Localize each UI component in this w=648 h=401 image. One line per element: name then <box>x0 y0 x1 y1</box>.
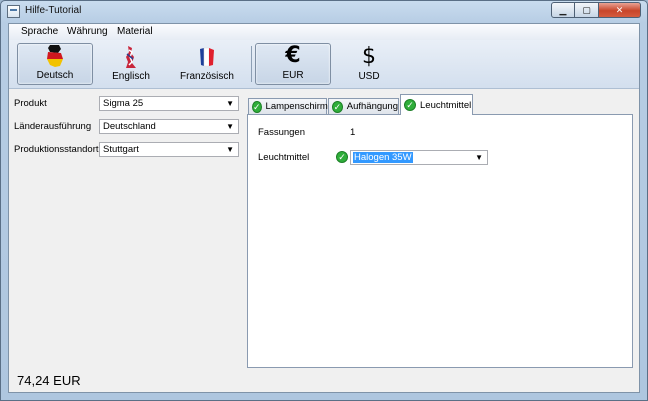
app-icon <box>7 5 20 18</box>
check-icon: ✓ <box>332 100 343 113</box>
minimize-button[interactable]: ▁ <box>551 2 575 18</box>
window-title: Hilfe-Tutorial <box>25 5 82 16</box>
produktionsstandort-value: Stuttgart <box>103 144 139 155</box>
dropdown-arrow-icon: ▼ <box>226 145 234 154</box>
menu-material[interactable]: Material <box>117 26 153 37</box>
tab-control: ✓ Lampenschirm ✓ Aufhängung ✓ Leuchtmitt… <box>247 94 633 368</box>
menu-waehrung[interactable]: Währung <box>67 26 108 37</box>
fassungen-label: Fassungen <box>258 127 306 138</box>
produkt-label: Produkt <box>14 98 47 109</box>
window-controls: ▁ ▢ ✕ <box>551 2 641 18</box>
leuchtmittel-value: Halogen 35W <box>353 152 413 163</box>
close-button[interactable]: ✕ <box>599 2 641 18</box>
tab-leuchtmittel[interactable]: ✓ Leuchtmittel <box>400 94 473 115</box>
toolbar-separator <box>251 46 252 82</box>
laenderausfuehrung-value: Deutschland <box>103 121 156 132</box>
maximize-button[interactable]: ▢ <box>575 2 599 18</box>
menu-bar: Sprache Währung Material <box>9 24 639 40</box>
leuchtmittel-dropdown[interactable]: Halogen 35W ▼ <box>350 150 488 165</box>
language-label: Englisch <box>112 71 150 82</box>
dollar-icon: $ <box>362 44 376 69</box>
currency-button-usd[interactable]: $ USD <box>331 43 407 85</box>
language-button-deutsch[interactable]: Deutsch <box>17 43 93 85</box>
maximize-icon: ▢ <box>582 4 591 15</box>
produkt-dropdown[interactable]: Sigma 25 ▼ <box>99 96 239 111</box>
tab-label: Lampenschirm <box>265 101 328 112</box>
language-label: Französisch <box>180 71 234 82</box>
close-icon: ✕ <box>615 4 624 15</box>
uk-flag-icon <box>120 45 142 69</box>
produkt-value: Sigma 25 <box>103 98 144 109</box>
tab-aufhaengung[interactable]: ✓ Aufhängung <box>328 98 399 114</box>
laenderausfuehrung-dropdown[interactable]: Deutschland ▼ <box>99 119 239 134</box>
title-bar[interactable]: Hilfe-Tutorial ▁ ▢ ✕ <box>1 1 647 22</box>
tab-lampenschirm[interactable]: ✓ Lampenschirm <box>248 98 328 114</box>
produktionsstandort-dropdown[interactable]: Stuttgart ▼ <box>99 142 239 157</box>
tab-label: Aufhängung <box>346 101 398 112</box>
produktionsstandort-label: Produktionsstandort <box>14 144 99 155</box>
check-icon: ✓ <box>252 100 262 113</box>
currency-label: USD <box>358 71 380 82</box>
tab-label: Leuchtmittel <box>420 99 472 111</box>
fassungen-value: 1 <box>350 127 356 138</box>
laenderausfuehrung-label: Länderausführung <box>14 121 92 132</box>
app-window: Hilfe-Tutorial ▁ ▢ ✕ Sprache Währung Mat… <box>0 0 648 401</box>
currency-label: EUR <box>282 70 304 81</box>
dropdown-arrow-icon: ▼ <box>475 153 483 162</box>
dropdown-arrow-icon: ▼ <box>226 122 234 131</box>
leuchtmittel-label: Leuchtmittel <box>258 152 310 163</box>
tab-panel-leuchtmittel: Fassungen 1 Leuchtmittel ✓ Halogen 35W ▼ <box>247 114 633 368</box>
check-icon: ✓ <box>336 151 348 163</box>
euro-icon: € <box>285 43 301 68</box>
minimize-icon: ▁ <box>559 4 567 15</box>
check-icon: ✓ <box>404 99 416 111</box>
toolbar: Deutsch Englisch Französisch € EUR $ USD <box>9 40 639 89</box>
france-flag-icon <box>196 45 218 69</box>
menu-sprache[interactable]: Sprache <box>21 26 58 37</box>
currency-button-eur[interactable]: € EUR <box>255 43 331 85</box>
language-button-franzoesisch[interactable]: Französisch <box>169 43 245 85</box>
language-button-englisch[interactable]: Englisch <box>93 43 169 85</box>
client-area: Sprache Währung Material Deutsch Englisc… <box>8 23 640 393</box>
dropdown-arrow-icon: ▼ <box>226 99 234 108</box>
germany-flag-icon <box>44 44 66 68</box>
total-price: 74,24 EUR <box>17 373 81 388</box>
language-label: Deutsch <box>36 70 74 81</box>
